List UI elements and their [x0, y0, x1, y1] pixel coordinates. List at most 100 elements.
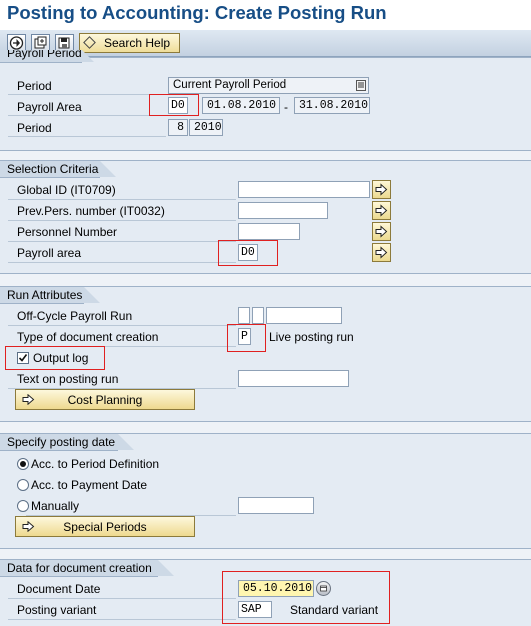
- manual-date-radio[interactable]: [17, 500, 29, 512]
- period-select-value: Current Payroll Period: [173, 79, 287, 91]
- payroll-area-multiple-selection[interactable]: [372, 243, 391, 262]
- output-log-row: Output log: [0, 348, 531, 368]
- offcycle-reason-field[interactable]: [252, 307, 264, 324]
- run-attributes-title: Run Attributes: [7, 288, 83, 302]
- prev-pers-row: Prev.Pers. number (IT0032): [0, 201, 531, 221]
- special-periods-button[interactable]: Special Periods: [15, 516, 195, 537]
- posting-variant-row: Posting variant SAP Standard variant: [0, 600, 531, 620]
- period-row: Period Current Payroll Period: [0, 76, 531, 96]
- header-tab-shape: [118, 434, 134, 450]
- payroll-area-selection-label: Payroll area: [17, 246, 82, 260]
- selection-criteria-title: Selection Criteria: [7, 162, 99, 176]
- payroll-area-row: Payroll Area D0 01.08.2010 - 31.08.2010: [0, 97, 531, 117]
- global-id-multiple-selection[interactable]: [372, 180, 391, 199]
- date-separator: -: [284, 100, 288, 114]
- calendar-icon[interactable]: [316, 581, 331, 596]
- cost-planning-label: Cost Planning: [67, 393, 143, 407]
- page-title: Posting to Accounting: Create Posting Ru…: [7, 2, 387, 23]
- search-help-button[interactable]: Search Help: [79, 33, 180, 53]
- payroll-area-selection-field[interactable]: D0: [238, 244, 258, 261]
- period-number-field: 8: [168, 119, 188, 136]
- divider: [8, 241, 236, 242]
- run-attributes-header: Run Attributes: [0, 287, 84, 304]
- selection-criteria-header: Selection Criteria: [0, 161, 100, 178]
- period-label: Period: [17, 79, 52, 93]
- document-date-field[interactable]: 05.10.2010: [238, 580, 314, 597]
- personnel-multiple-selection[interactable]: [372, 222, 391, 241]
- period-definition-row: Acc. to Period Definition: [0, 454, 531, 474]
- header-tab-shape: [100, 161, 116, 177]
- payroll-area-field[interactable]: D0: [168, 97, 188, 114]
- period-definition-label: Acc. to Period Definition: [31, 457, 160, 471]
- document-creation-group: Data for document creation Document Date…: [0, 559, 531, 626]
- document-creation-header: Data for document creation: [0, 560, 158, 577]
- divider: [8, 115, 166, 116]
- checkmark-icon: [18, 354, 28, 362]
- run-attributes-group: Run Attributes Off-Cycle Payroll Run Typ…: [0, 286, 531, 422]
- divider: [8, 136, 166, 137]
- posting-text-row: Text on posting run: [0, 369, 531, 389]
- posting-date-group: Specify posting date Acc. to Period Defi…: [0, 433, 531, 549]
- posting-text-label: Text on posting run: [17, 372, 119, 386]
- payroll-period-header: Payroll Period: [0, 50, 82, 63]
- period-definition-radio[interactable]: [17, 458, 29, 470]
- divider: [8, 325, 236, 326]
- period-start-date: 01.08.2010: [202, 97, 280, 114]
- global-id-field[interactable]: [238, 181, 370, 198]
- document-creation-title: Data for document creation: [7, 561, 152, 575]
- period-select[interactable]: Current Payroll Period: [168, 77, 369, 94]
- dropdown-list-icon[interactable]: [356, 80, 366, 93]
- output-log-checkbox[interactable]: [17, 352, 29, 364]
- prev-pers-field[interactable]: [238, 202, 328, 219]
- payroll-period-group: Payroll Period Period Current Payroll Pe…: [0, 50, 531, 151]
- global-id-label: Global ID (IT0709): [17, 183, 116, 197]
- header-tab-shape: [158, 560, 174, 576]
- header-tab-shape: [82, 50, 94, 62]
- prev-pers-multiple-selection[interactable]: [372, 201, 391, 220]
- payroll-period-title: Payroll Period: [7, 50, 82, 60]
- posting-text-field[interactable]: [238, 370, 349, 387]
- divider: [8, 619, 236, 620]
- doc-type-label: Type of document creation: [17, 330, 159, 344]
- cost-planning-button[interactable]: Cost Planning: [15, 389, 195, 410]
- payroll-area-selection-row: Payroll area D0: [0, 243, 531, 263]
- offcycle-date-field[interactable]: [266, 307, 342, 324]
- divider: [8, 598, 236, 599]
- manual-date-field[interactable]: [238, 497, 314, 514]
- divider: [8, 346, 236, 347]
- divider: [8, 94, 166, 95]
- posting-variant-description: Standard variant: [290, 603, 379, 617]
- header-tab-shape: [84, 287, 100, 303]
- doc-type-description: Live posting run: [269, 330, 354, 344]
- page-title-bar: Posting to Accounting: Create Posting Ru…: [0, 0, 531, 30]
- output-log-label: Output log: [33, 351, 89, 365]
- personnel-number-field[interactable]: [238, 223, 300, 240]
- search-help-label: Search Help: [104, 36, 171, 50]
- document-date-row: Document Date 05.10.2010: [0, 579, 531, 599]
- doc-type-row: Type of document creation P Live posting…: [0, 327, 531, 347]
- global-id-row: Global ID (IT0709): [0, 180, 531, 200]
- divider: [8, 199, 236, 200]
- period-number-row: Period 8 2010: [0, 118, 531, 138]
- personnel-number-label: Personnel Number: [17, 225, 118, 239]
- period-number-label: Period: [17, 121, 52, 135]
- posting-variant-field[interactable]: SAP: [238, 601, 272, 618]
- payment-date-radio[interactable]: [17, 479, 29, 491]
- posting-date-header: Specify posting date: [0, 434, 118, 451]
- special-periods-label: Special Periods: [63, 520, 147, 534]
- divider: [8, 262, 236, 263]
- prev-pers-label: Prev.Pers. number (IT0032): [17, 204, 165, 218]
- manual-date-row: Manually: [0, 496, 531, 516]
- selection-criteria-group: Selection Criteria Global ID (IT0709) Pr…: [0, 160, 531, 274]
- manual-date-label: Manually: [31, 499, 80, 513]
- offcycle-row: Off-Cycle Payroll Run: [0, 306, 531, 326]
- offcycle-label: Off-Cycle Payroll Run: [17, 309, 133, 323]
- divider: [8, 220, 236, 221]
- doc-type-field[interactable]: P: [238, 328, 251, 345]
- posting-variant-label: Posting variant: [17, 603, 97, 617]
- payment-date-row: Acc. to Payment Date: [0, 475, 531, 495]
- offcycle-indicator-field[interactable]: [238, 307, 250, 324]
- personnel-number-row: Personnel Number: [0, 222, 531, 242]
- posting-date-title: Specify posting date: [7, 435, 116, 449]
- document-date-label: Document Date: [17, 582, 101, 596]
